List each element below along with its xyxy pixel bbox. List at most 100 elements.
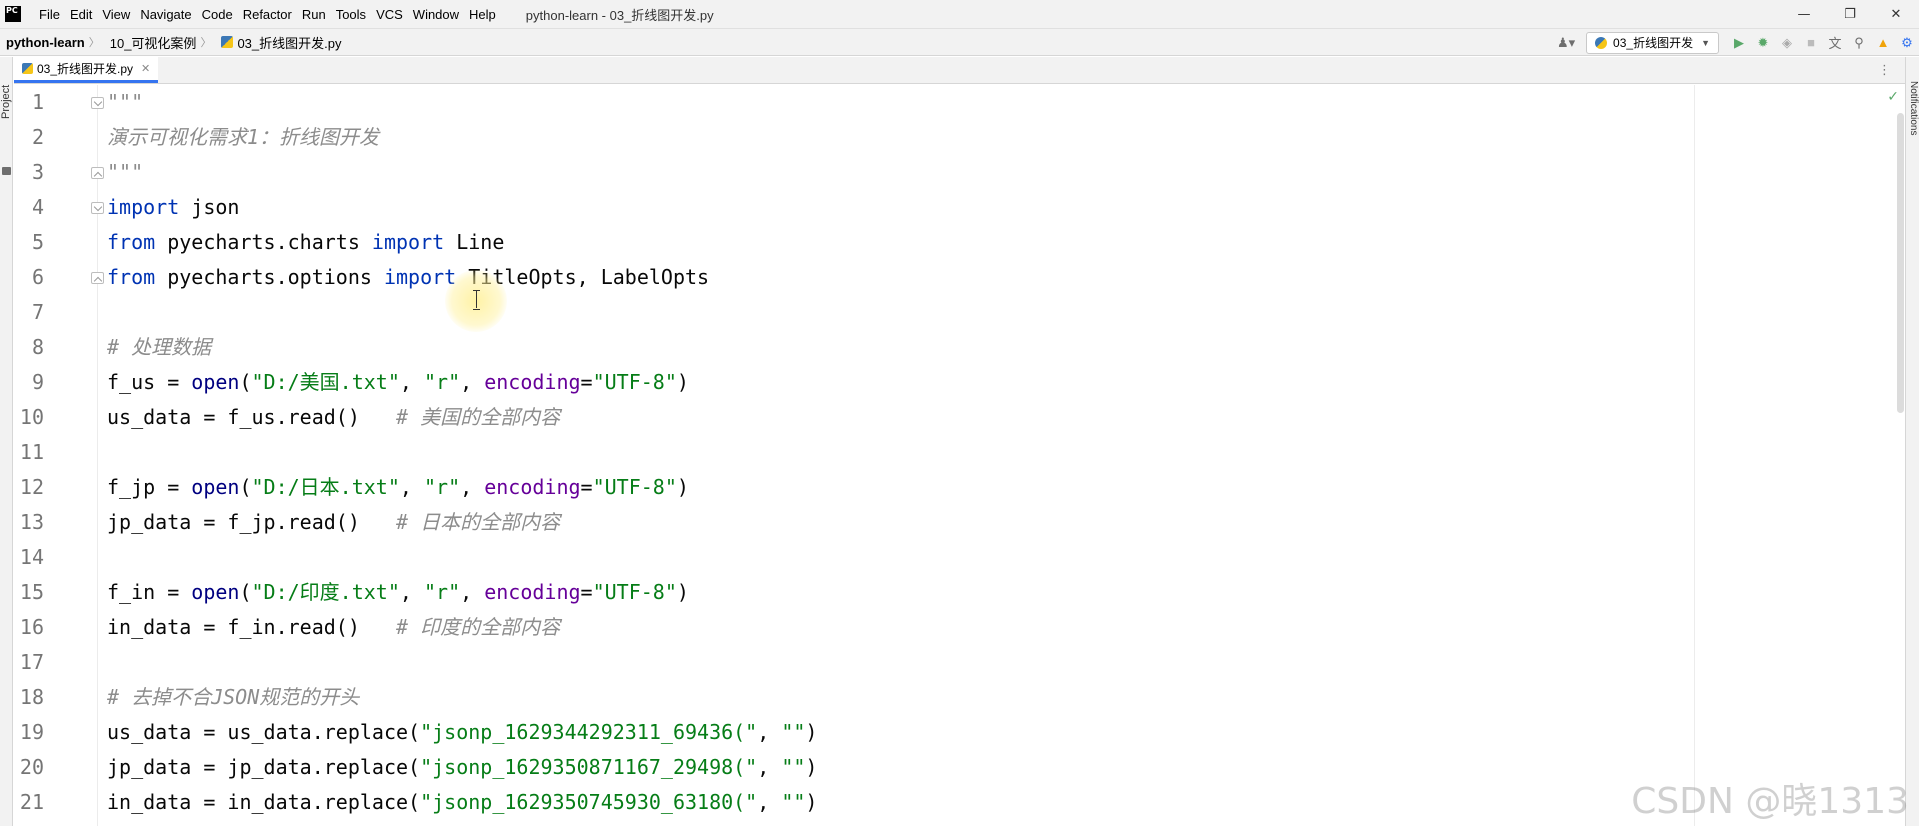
line-number: 11 <box>19 440 44 464</box>
user-icon[interactable]: ♟▾ <box>1554 31 1578 55</box>
left-tool-strip: Project <box>0 57 13 826</box>
run-configuration-label: 03_折线图开发 <box>1613 36 1694 50</box>
line-number: 18 <box>19 685 44 709</box>
line-number: 17 <box>19 650 44 674</box>
code-line[interactable]: # 去掉不合JSON规范的开头 <box>107 680 359 715</box>
line-number: 10 <box>19 405 44 429</box>
line-number: 13 <box>19 510 44 534</box>
fold-toggle-icon[interactable] <box>91 202 104 214</box>
restore-icon[interactable]: ❐ <box>1827 0 1873 28</box>
code-editor[interactable]: 1 2 3 4 5 6 7 8 9 10 11 12 13 14 15 16 1… <box>14 85 1905 826</box>
menu-window[interactable]: Window <box>413 7 459 22</box>
line-number: 9 <box>31 370 44 394</box>
line-number: 8 <box>31 335 44 359</box>
menu-tools[interactable]: Tools <box>336 7 366 22</box>
search-icon[interactable]: ⚲ <box>1847 31 1871 55</box>
line-number: 19 <box>19 720 44 744</box>
run-configuration-select[interactable]: 03_折线图开发 ▼ <box>1586 31 1719 54</box>
breadcrumb-file-label: 03_折线图开发.py <box>237 35 342 51</box>
code-line[interactable]: from pyecharts.charts import Line <box>107 225 504 260</box>
fold-toggle-icon[interactable] <box>91 167 104 179</box>
inspection-ok-icon[interactable]: ✓ <box>1887 89 1899 105</box>
line-number: 4 <box>31 195 44 219</box>
code-line[interactable]: us_data = us_data.replace("jsonp_1629344… <box>107 715 817 750</box>
code-line[interactable]: f_jp = open("D:/日本.txt", "r", encoding="… <box>107 470 689 505</box>
menu-file[interactable]: File <box>39 7 60 22</box>
editor-tab-label: 03_折线图开发.py <box>37 61 134 76</box>
breadcrumb-separator-icon: 〉 <box>88 37 100 49</box>
close-tab-icon[interactable]: ✕ <box>141 62 150 75</box>
title-menu-bar: PC File Edit View Navigate Code Refactor… <box>0 0 1919 28</box>
more-options-icon[interactable]: ⋮ <box>1878 63 1891 78</box>
code-line[interactable]: # 处理数据 <box>107 330 211 365</box>
line-number: 7 <box>31 300 44 324</box>
close-icon[interactable]: ✕ <box>1873 0 1919 28</box>
editor-tab-bar: 03_折线图开发.py ✕ ⋮ <box>14 56 1905 84</box>
coverage-icon[interactable]: ◈ <box>1775 31 1799 55</box>
breadcrumb-separator-icon: 〉 <box>200 37 212 49</box>
menu-edit[interactable]: Edit <box>70 7 92 22</box>
debug-icon[interactable]: ✹ <box>1751 31 1775 55</box>
minimize-icon[interactable]: — <box>1781 0 1827 28</box>
line-number: 6 <box>31 265 44 289</box>
fold-toggle-icon[interactable] <box>91 97 104 109</box>
breadcrumb-file[interactable]: 03_折线图开发.py <box>221 33 341 52</box>
line-number: 12 <box>19 475 44 499</box>
menu-vcs[interactable]: VCS <box>376 7 403 22</box>
python-config-icon <box>1595 36 1608 49</box>
code-line[interactable]: jp_data = f_jp.read() # 日本的全部内容 <box>107 505 560 540</box>
line-number: 3 <box>31 160 44 184</box>
vertical-scrollbar[interactable] <box>1896 109 1905 826</box>
watermark: CSDN @晓1313 <box>1631 781 1909 822</box>
scrollbar-thumb[interactable] <box>1897 113 1904 413</box>
main-menu: File Edit View Navigate Code Refactor Ru… <box>39 7 506 22</box>
code-line[interactable]: from pyecharts.options import TitleOpts,… <box>107 260 709 295</box>
breadcrumb-folder[interactable]: 10_可视化案例 <box>110 33 197 52</box>
notifications-tool-window-button[interactable]: Notifications <box>1908 81 1919 135</box>
line-number: 20 <box>19 755 44 779</box>
line-number: 5 <box>31 230 44 254</box>
window-controls: — ❐ ✕ <box>1781 0 1919 28</box>
run-toolbar: ♟▾ 03_折线图开发 ▼ ▶ ✹ ◈ ■ 文 ⚲ ▲ ⚙ <box>1554 29 1919 56</box>
python-file-icon <box>221 36 234 48</box>
right-margin-guide <box>1694 85 1695 826</box>
code-line[interactable]: in_data = in_data.replace("jsonp_1629350… <box>107 785 817 820</box>
breadcrumb-project[interactable]: python-learn <box>6 35 85 50</box>
code-line[interactable]: in_data = f_in.read() # 印度的全部内容 <box>107 610 560 645</box>
window-title: python-learn - 03_折线图开发.py <box>525 7 714 23</box>
line-number: 15 <box>19 580 44 604</box>
menu-help[interactable]: Help <box>469 7 496 22</box>
project-tool-window-button[interactable]: Project <box>0 85 12 119</box>
code-line[interactable]: jp_data = jp_data.replace("jsonp_1629350… <box>107 750 817 785</box>
update-icon[interactable]: ▲ <box>1871 31 1895 55</box>
navigation-bar: python-learn 〉 10_可视化案例 〉 03_折线图开发.py ♟▾… <box>0 28 1919 56</box>
settings-icon[interactable]: ⚙ <box>1895 31 1919 55</box>
code-line[interactable]: f_us = open("D:/美国.txt", "r", encoding="… <box>107 365 689 400</box>
line-number: 14 <box>19 545 44 569</box>
python-file-icon <box>22 62 33 74</box>
fold-toggle-icon[interactable] <box>91 272 104 284</box>
menu-run[interactable]: Run <box>302 7 326 22</box>
line-number: 1 <box>31 90 44 114</box>
code-line[interactable]: """ <box>107 155 143 190</box>
code-line[interactable]: f_in = open("D:/印度.txt", "r", encoding="… <box>107 575 689 610</box>
menu-code[interactable]: Code <box>202 7 233 22</box>
code-line[interactable]: import json <box>107 190 239 225</box>
right-tool-strip: Notifications <box>1905 57 1919 826</box>
editor-tab[interactable]: 03_折线图开发.py ✕ <box>14 56 159 83</box>
code-line[interactable]: 演示可视化需求1：折线图开发 <box>107 120 379 155</box>
menu-view[interactable]: View <box>102 7 130 22</box>
translate-icon[interactable]: 文 <box>1823 31 1847 55</box>
code-line[interactable]: us_data = f_us.read() # 美国的全部内容 <box>107 400 560 435</box>
chevron-down-icon: ▼ <box>1701 37 1710 48</box>
code-line[interactable]: """ <box>107 85 143 120</box>
pycharm-logo-icon: PC <box>5 6 21 22</box>
menu-navigate[interactable]: Navigate <box>140 7 191 22</box>
run-icon[interactable]: ▶ <box>1727 31 1751 55</box>
line-number-gutter: 1 2 3 4 5 6 7 8 9 10 11 12 13 14 15 16 1… <box>14 85 104 826</box>
folder-icon <box>2 167 11 175</box>
stop-icon[interactable]: ■ <box>1799 31 1823 55</box>
line-number: 2 <box>31 125 44 149</box>
menu-refactor[interactable]: Refactor <box>243 7 292 22</box>
line-number: 16 <box>19 615 44 639</box>
